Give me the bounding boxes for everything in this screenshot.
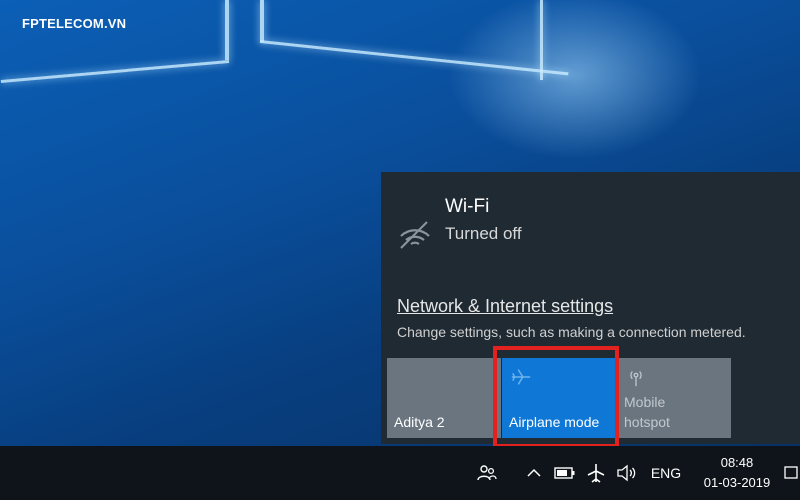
- wifi-off-icon: [400, 221, 430, 249]
- airplane-icon[interactable]: [583, 446, 609, 500]
- wallpaper-light-beam: [259, 40, 569, 76]
- network-settings-description: Change settings, such as making a connec…: [397, 324, 746, 340]
- tile-aditya-label: Aditya 2: [394, 414, 445, 430]
- wallpaper-light-beam: [225, 0, 229, 60]
- people-icon[interactable]: [472, 446, 502, 500]
- wallpaper-light-beam: [540, 0, 543, 80]
- clock-time: 08:48: [720, 455, 754, 470]
- watermark: FPTELECOM.VN: [22, 16, 127, 31]
- notification-icon[interactable]: [782, 446, 800, 500]
- chevron-up-icon[interactable]: [522, 446, 546, 500]
- wifi-title: Wi-Fi: [445, 196, 490, 217]
- tile-mobile-hotspot-label: Mobile hotspot: [624, 394, 670, 430]
- wifi-status: Turned off: [445, 224, 522, 243]
- clock-date: 01-03-2019: [703, 475, 771, 490]
- clock[interactable]: 08:48 01-03-2019: [694, 446, 780, 500]
- language-indicator[interactable]: ENG: [646, 446, 686, 500]
- tile-mobile-hotspot[interactable]: Mobile hotspot: [617, 358, 731, 438]
- wallpaper-light-beam: [260, 0, 264, 42]
- highlight-box: [493, 346, 619, 448]
- hotspot-icon: [630, 371, 642, 387]
- battery-icon[interactable]: [552, 446, 578, 500]
- volume-icon[interactable]: [614, 446, 640, 500]
- taskbar: ENG 08:48 01-03-2019: [0, 446, 800, 500]
- network-settings-link[interactable]: Network & Internet settings: [397, 296, 613, 317]
- wallpaper-light-beam: [0, 60, 230, 83]
- tile-aditya[interactable]: Aditya 2: [387, 358, 501, 438]
